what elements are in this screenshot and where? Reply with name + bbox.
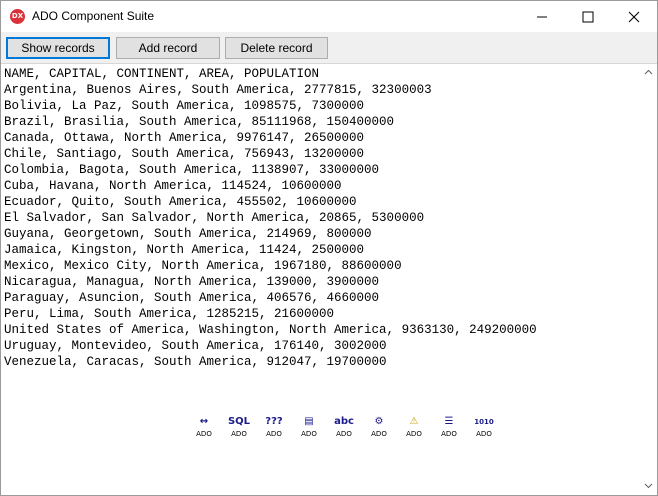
record-line: Cuba, Havana, North America, 114524, 106… — [4, 179, 342, 193]
ado-table-icon: ▤ ADO — [294, 414, 324, 444]
record-line: Jamaica, Kingston, North America, 11424,… — [4, 243, 365, 257]
ado-caption: ADO — [406, 430, 422, 438]
app-logo-icon: DX — [10, 9, 25, 24]
show-records-button[interactable]: Show records — [6, 37, 110, 59]
record-line: Venezuela, Caracas, South America, 91204… — [4, 355, 387, 369]
ado-caption: ADO — [301, 430, 317, 438]
record-line: Peru, Lima, South America, 1285215, 2160… — [4, 307, 335, 321]
ado-list-icon: ☰ ADO — [434, 414, 464, 444]
chevron-down-icon — [644, 483, 653, 489]
ado-binary-icon: 1010 ADO — [469, 414, 499, 444]
ado-warning-icon-glyph: ⚠ — [409, 416, 419, 427]
ado-dataset-icon-glyph: ⚙ — [374, 416, 384, 427]
record-line: Nicaragua, Managua, North America, 13900… — [4, 275, 380, 289]
scroll-down-button[interactable] — [640, 477, 657, 494]
record-line: Colombia, Bagota, South America, 1138907… — [4, 163, 380, 177]
record-line: Bolivia, La Paz, South America, 1098575,… — [4, 99, 365, 113]
record-line: Uruguay, Montevideo, South America, 1761… — [4, 339, 387, 353]
ado-caption: ADO — [476, 430, 492, 438]
close-icon — [628, 11, 640, 23]
record-line: Chile, Santiago, South America, 756943, … — [4, 147, 365, 161]
records-text: NAME, CAPITAL, CONTINENT, AREA, POPULATI… — [4, 66, 537, 370]
ado-caption: ADO — [336, 430, 352, 438]
record-line: El Salvador, San Salvador, North America… — [4, 211, 425, 225]
ado-caption: ADO — [231, 430, 247, 438]
vertical-scrollbar[interactable] — [640, 64, 657, 494]
ado-text-icon-glyph: abc — [334, 416, 354, 427]
maximize-icon — [582, 11, 594, 23]
delete-record-button[interactable]: Delete record — [225, 37, 328, 59]
record-line: Paraguay, Asuncion, South America, 40657… — [4, 291, 380, 305]
ado-caption: ADO — [266, 430, 282, 438]
title-bar[interactable]: DX ADO Component Suite — [1, 1, 657, 32]
chevron-up-icon — [644, 69, 653, 75]
scroll-up-button[interactable] — [640, 64, 657, 81]
record-line: Canada, Ottawa, North America, 9976147, … — [4, 131, 365, 145]
window-title: ADO Component Suite — [32, 9, 155, 23]
ado-sql-icon: SQL ADO — [224, 414, 254, 444]
record-line: Mexico, Mexico City, North America, 1967… — [4, 259, 402, 273]
record-line: Ecuador, Quito, South America, 455502, 1… — [4, 195, 357, 209]
ado-table-icon-glyph: ▤ — [304, 416, 314, 427]
ado-list-icon-glyph: ☰ — [444, 416, 454, 427]
records-header-line: NAME, CAPITAL, CONTINENT, AREA, POPULATI… — [4, 67, 320, 81]
record-line: Guyana, Georgetown, South America, 21496… — [4, 227, 372, 241]
ado-query-icon: ??? ADO — [259, 414, 289, 444]
ado-dataset-icon: ⚙ ADO — [364, 414, 394, 444]
maximize-button[interactable] — [565, 1, 611, 32]
record-line: United States of America, Washington, No… — [4, 323, 537, 337]
app-window: DX ADO Component Suite Show records Add … — [0, 0, 658, 496]
add-record-button[interactable]: Add record — [116, 37, 220, 59]
ado-sql-icon-glyph: SQL — [227, 416, 251, 427]
ado-warning-icon: ⚠ ADO — [399, 414, 429, 444]
ado-connection-icon-glyph: ↔ — [199, 416, 209, 427]
ado-caption: ADO — [196, 430, 212, 438]
record-line: Argentina, Buenos Aires, South America, … — [4, 83, 432, 97]
minimize-button[interactable] — [519, 1, 565, 32]
ado-caption: ADO — [371, 430, 387, 438]
close-button[interactable] — [611, 1, 657, 32]
ado-binary-icon-glyph: 1010 — [474, 418, 494, 426]
record-line: Brazil, Brasilia, South America, 8511196… — [4, 115, 395, 129]
ado-query-icon-glyph: ??? — [265, 416, 283, 427]
ado-connection-icon: ↔ ADO — [189, 414, 219, 444]
minimize-icon — [537, 16, 547, 18]
ado-text-icon: abc ADO — [329, 414, 359, 444]
ado-caption: ADO — [441, 430, 457, 438]
records-textarea[interactable]: NAME, CAPITAL, CONTINENT, AREA, POPULATI… — [1, 63, 657, 495]
